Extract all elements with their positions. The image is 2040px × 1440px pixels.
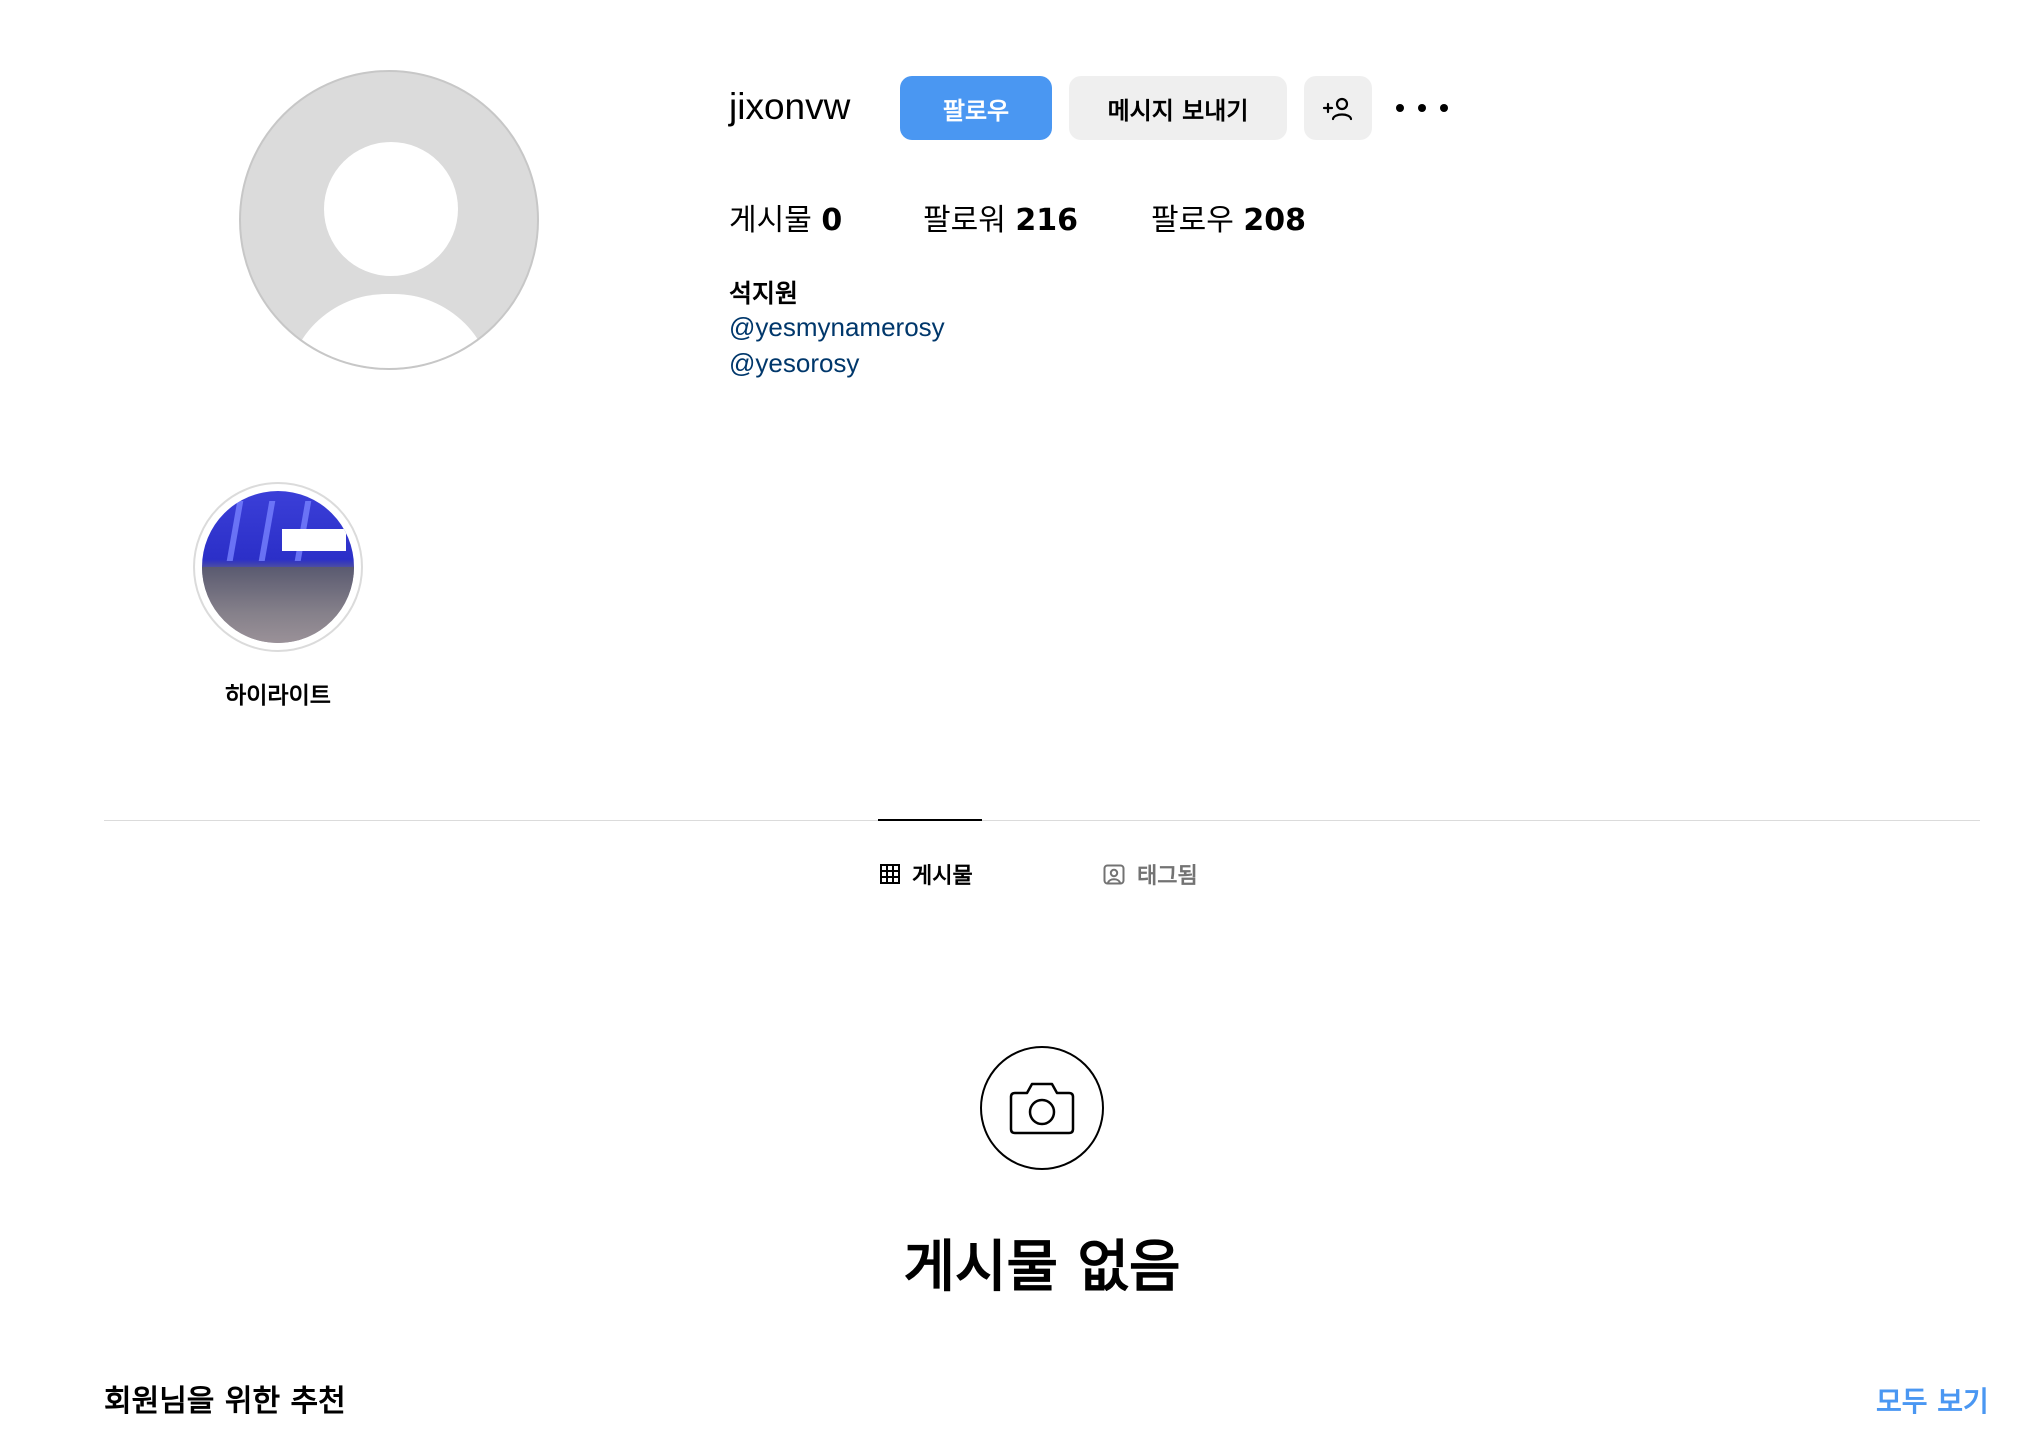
bio-mention-link[interactable]: @yesorosy bbox=[729, 348, 859, 379]
tab-tagged[interactable]: 태그됨 bbox=[1103, 858, 1198, 890]
tab-tagged-label: 태그됨 bbox=[1137, 864, 1198, 889]
empty-state-camera bbox=[980, 1046, 1104, 1170]
highlight-cover-image bbox=[202, 491, 354, 643]
tab-posts-label: 게시물 bbox=[912, 864, 973, 889]
avatar-placeholder-body bbox=[286, 294, 494, 368]
posts-stat: 게시물 0 bbox=[729, 195, 842, 239]
profile-username: jixonvw bbox=[729, 86, 851, 127]
highlight-label: 하이라이트 bbox=[225, 683, 331, 709]
suggestions-title: 회원님을 위한 추천 bbox=[104, 1384, 346, 1419]
tagged-icon bbox=[1103, 864, 1125, 885]
add-user-icon bbox=[1322, 97, 1353, 121]
send-message-button[interactable]: 메시지 보내기 bbox=[1069, 76, 1287, 140]
follow-button[interactable]: 팔로우 bbox=[900, 76, 1052, 140]
profile-full-name: 석지원 bbox=[729, 279, 799, 308]
followers-stat-label: 팔로워 bbox=[923, 203, 1006, 238]
following-stat-count: 208 bbox=[1243, 203, 1306, 238]
see-all-link[interactable]: 모두 보기 bbox=[1876, 1380, 1989, 1420]
story-highlight[interactable] bbox=[193, 482, 363, 652]
followers-stat[interactable]: 팔로워 216 bbox=[923, 195, 1078, 239]
grid-icon bbox=[880, 864, 900, 884]
following-stat[interactable]: 팔로우 208 bbox=[1151, 195, 1306, 239]
tabs-divider bbox=[104, 820, 1980, 821]
suggest-similar-button[interactable] bbox=[1304, 76, 1372, 140]
tab-posts[interactable]: 게시물 bbox=[880, 858, 973, 890]
empty-state-title: 게시물 없음 bbox=[903, 1235, 1181, 1300]
more-options-button[interactable] bbox=[1396, 90, 1448, 126]
avatar-placeholder-head bbox=[324, 142, 458, 276]
highlight-sticker bbox=[282, 529, 346, 551]
posts-stat-label: 게시물 bbox=[729, 203, 812, 238]
camera-icon bbox=[1009, 1082, 1075, 1135]
more-dots-icon bbox=[1396, 104, 1404, 112]
active-tab-indicator bbox=[878, 819, 982, 821]
posts-stat-count: 0 bbox=[821, 203, 843, 238]
following-stat-label: 팔로우 bbox=[1151, 203, 1234, 238]
bio-mention-link[interactable]: @yesmynamerosy bbox=[729, 312, 945, 343]
followers-stat-count: 216 bbox=[1015, 203, 1078, 238]
profile-avatar[interactable] bbox=[239, 70, 539, 370]
